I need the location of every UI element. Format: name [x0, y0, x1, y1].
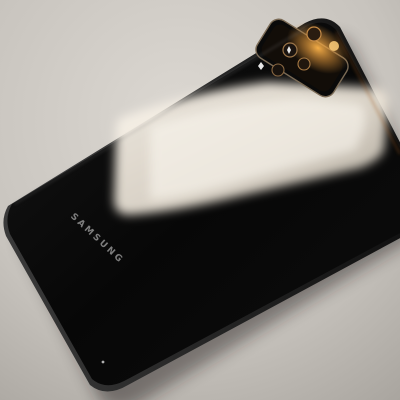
photo-illustration — [0, 0, 400, 400]
camera-lens-icon — [306, 26, 322, 42]
flash-icon — [329, 41, 339, 51]
camera-lens-icon — [271, 63, 285, 77]
camera-lens-icon — [297, 57, 311, 71]
photo-scene: SAMSUNG — [0, 0, 400, 400]
microphone-hole-icon — [101, 360, 105, 364]
